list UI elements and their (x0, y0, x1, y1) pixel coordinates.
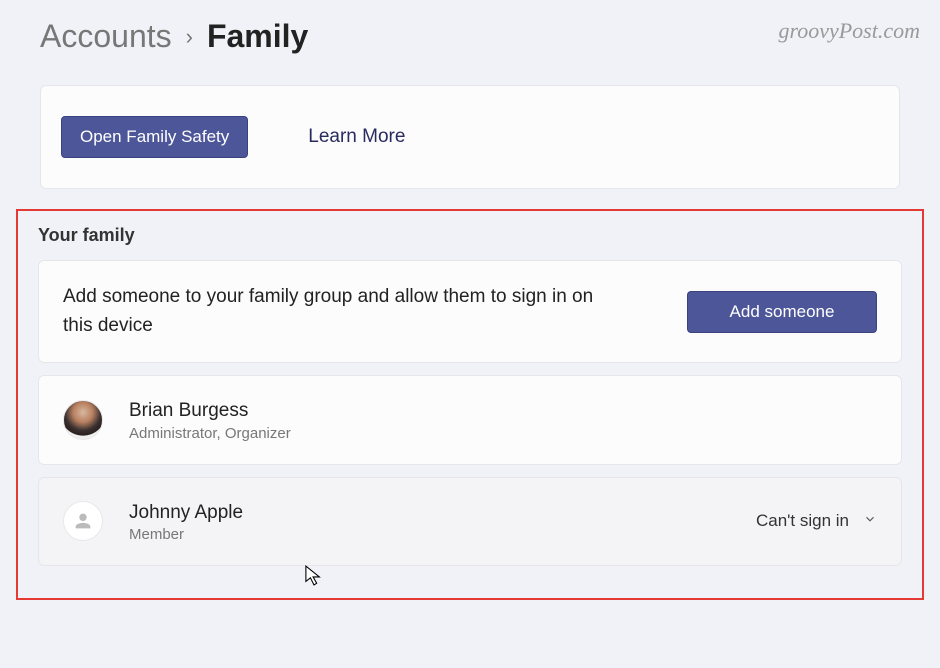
breadcrumb-parent[interactable]: Accounts (40, 18, 172, 55)
member-info: Johnny Apple Member (129, 500, 243, 544)
member-name: Brian Burgess (129, 398, 291, 425)
breadcrumb-current: Family (207, 18, 308, 55)
section-title: Your family (38, 225, 902, 246)
member-name: Johnny Apple (129, 500, 243, 527)
learn-more-link[interactable]: Learn More (308, 126, 405, 148)
avatar (63, 400, 103, 440)
your-family-section: Your family Add someone to your family g… (16, 209, 924, 600)
open-family-safety-button[interactable]: Open Family Safety (61, 116, 248, 158)
member-info: Brian Burgess Administrator, Organizer (129, 398, 291, 442)
add-someone-description: Add someone to your family group and all… (63, 283, 623, 340)
family-safety-card: Open Family Safety Learn More (40, 85, 900, 189)
add-someone-button[interactable]: Add someone (687, 291, 877, 333)
family-member-row[interactable]: Brian Burgess Administrator, Organizer (38, 375, 902, 465)
page-header: Accounts › Family groovyPost.com (0, 0, 940, 85)
avatar-placeholder-icon (63, 501, 103, 541)
member-role: Member (129, 526, 243, 543)
signin-status-label: Can't sign in (756, 511, 849, 531)
signin-status-dropdown[interactable]: Can't sign in (756, 511, 877, 531)
chevron-right-icon: › (186, 24, 193, 50)
add-someone-card: Add someone to your family group and all… (38, 260, 902, 363)
family-member-row[interactable]: Johnny Apple Member Can't sign in (38, 477, 902, 567)
chevron-down-icon (863, 511, 877, 531)
member-role: Administrator, Organizer (129, 425, 291, 442)
watermark: groovyPost.com (778, 18, 920, 44)
